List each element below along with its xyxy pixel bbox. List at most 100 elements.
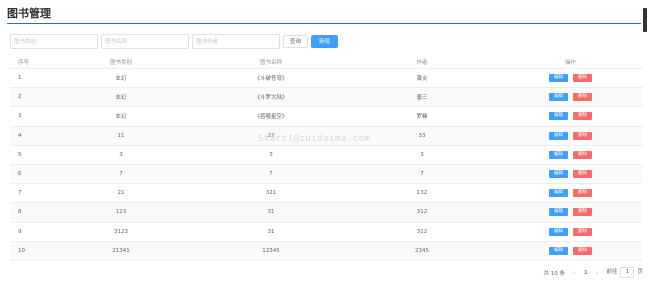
goto-prefix: 前往 (606, 269, 618, 275)
watermark-text: Start1@zuidaima.com (258, 134, 371, 144)
cell-category: 3123 (46, 222, 196, 242)
cell-name: 《斗罗大陆》 (196, 87, 346, 108)
cell-index: 2 (10, 87, 46, 108)
cell-actions: 编辑 删除 (498, 202, 643, 223)
cell-author: 萧炎 (346, 68, 498, 89)
cell-category: 玄幻 (46, 68, 196, 89)
edit-button[interactable]: 编辑 (549, 150, 568, 159)
delete-button[interactable]: 删除 (573, 189, 592, 198)
cell-index: 8 (10, 202, 46, 223)
cell-author: 312 (346, 202, 498, 223)
header-index: 序号 (10, 56, 46, 69)
cell-author: 3 (346, 145, 498, 165)
category-search-input[interactable] (10, 34, 98, 49)
table-row: 3 玄幻 《吞噬星空》 罗峰 编辑 删除 (10, 106, 643, 127)
table-row: 8 123 31 312 编辑 删除 (10, 202, 643, 223)
cell-actions: 编辑 删除 (498, 126, 643, 146)
goto-page-input[interactable]: 1 (620, 267, 635, 278)
page-title: 图书管理 (7, 7, 51, 20)
cell-name: 321 (196, 183, 346, 204)
cell-name: 31 (196, 222, 346, 242)
header-category: 图书类别 (46, 56, 196, 69)
table-row: 6 7 7 7 编辑 删除 (10, 164, 643, 185)
delete-button[interactable]: 删除 (573, 74, 592, 83)
edit-button[interactable]: 编辑 (549, 131, 568, 140)
cell-category: 21 (46, 183, 196, 204)
cell-author: 唐三 (346, 87, 498, 108)
cell-actions: 编辑 删除 (498, 164, 643, 185)
cell-author: 7 (346, 164, 498, 185)
scrollbar-thumb[interactable] (643, 8, 647, 32)
cell-index: 9 (10, 222, 46, 242)
cell-name: 《吞噬星空》 (196, 106, 346, 127)
cell-category: 7 (46, 164, 196, 185)
table-row: 9 3123 31 312 编辑 删除 (10, 222, 643, 242)
delete-button[interactable]: 删除 (573, 131, 592, 140)
delete-button[interactable]: 删除 (573, 246, 592, 255)
cell-category: 21341 (46, 241, 196, 261)
cell-actions: 编辑 删除 (498, 222, 643, 242)
edit-button[interactable]: 编辑 (549, 112, 568, 121)
header-name: 图书名称 (196, 56, 346, 69)
cell-actions: 编辑 删除 (498, 68, 643, 89)
title-divider (7, 23, 641, 24)
delete-button[interactable]: 删除 (573, 227, 592, 236)
delete-button[interactable]: 删除 (573, 112, 592, 121)
cell-name: 7 (196, 164, 346, 185)
cell-name: 12345 (196, 241, 346, 261)
cell-name: 《斗破苍穹》 (196, 68, 346, 89)
table-row: 5 3 3 3 编辑 删除 (10, 145, 643, 165)
table-row: 7 21 321 132 编辑 删除 (10, 183, 643, 204)
delete-button[interactable]: 删除 (573, 93, 592, 102)
delete-button[interactable]: 删除 (573, 150, 592, 159)
cell-index: 4 (10, 126, 46, 146)
delete-button[interactable]: 删除 (573, 208, 592, 217)
table-row: 1 玄幻 《斗破苍穹》 萧炎 编辑 删除 (10, 68, 643, 89)
cell-index: 5 (10, 145, 46, 165)
cell-actions: 编辑 删除 (498, 145, 643, 165)
edit-button[interactable]: 编辑 (549, 227, 568, 236)
delete-button[interactable]: 删除 (573, 170, 592, 179)
search-button[interactable]: 查询 (283, 35, 309, 48)
cell-category: 123 (46, 202, 196, 223)
next-page-icon[interactable]: › (596, 269, 599, 277)
goto-suffix: 页 (637, 269, 643, 275)
cell-name: 31 (196, 202, 346, 223)
cell-author: 132 (346, 183, 498, 204)
cell-category: 3 (46, 145, 196, 165)
prev-page-icon[interactable]: ‹ (573, 269, 576, 277)
cell-author: 罗峰 (346, 106, 498, 127)
cell-actions: 编辑 删除 (498, 241, 643, 261)
edit-button[interactable]: 编辑 (549, 74, 568, 83)
edit-button[interactable]: 编辑 (549, 189, 568, 198)
edit-button[interactable]: 编辑 (549, 170, 568, 179)
edit-button[interactable]: 编辑 (549, 208, 568, 217)
cell-category: 玄幻 (46, 87, 196, 108)
edit-button[interactable]: 编辑 (549, 93, 568, 102)
cell-author: 2345 (346, 241, 498, 261)
name-search-input[interactable] (101, 34, 189, 49)
cell-actions: 编辑 删除 (498, 183, 643, 204)
add-button[interactable]: 新增 (311, 35, 339, 48)
table-header-row: 序号 图书类别 图书名称 作者 操作 (10, 56, 643, 69)
cell-index: 6 (10, 164, 46, 185)
edit-button[interactable]: 编辑 (549, 246, 568, 255)
pagination-total: 共 10 条 (543, 270, 566, 277)
table-row: 2 玄幻 《斗罗大陆》 唐三 编辑 删除 (10, 87, 643, 108)
cell-index: 7 (10, 183, 46, 204)
cell-actions: 编辑 删除 (498, 87, 643, 108)
filter-bar: 查询 新增 (10, 34, 339, 49)
books-table: 序号 图书类别 图书名称 作者 操作 1 玄幻 《斗破苍穹》 萧炎 编辑 删除 2 玄幻 《斗罗… (10, 56, 643, 261)
cell-category: 11 (46, 126, 196, 146)
table-row: 10 21341 12345 2345 编辑 删除 (10, 241, 643, 261)
cell-index: 3 (10, 106, 46, 127)
pagination: 共 10 条 ‹ 1 › 前往 1 页 (544, 267, 643, 278)
cell-category: 玄幻 (46, 106, 196, 127)
goto-page: 前往 1 页 (606, 267, 643, 278)
cell-name: 3 (196, 145, 346, 165)
author-search-input[interactable] (192, 34, 280, 49)
page-number-current[interactable]: 1 (584, 270, 588, 276)
cell-index: 1 (10, 68, 46, 89)
cell-actions: 编辑 删除 (498, 106, 643, 127)
cell-index: 10 (10, 241, 46, 261)
